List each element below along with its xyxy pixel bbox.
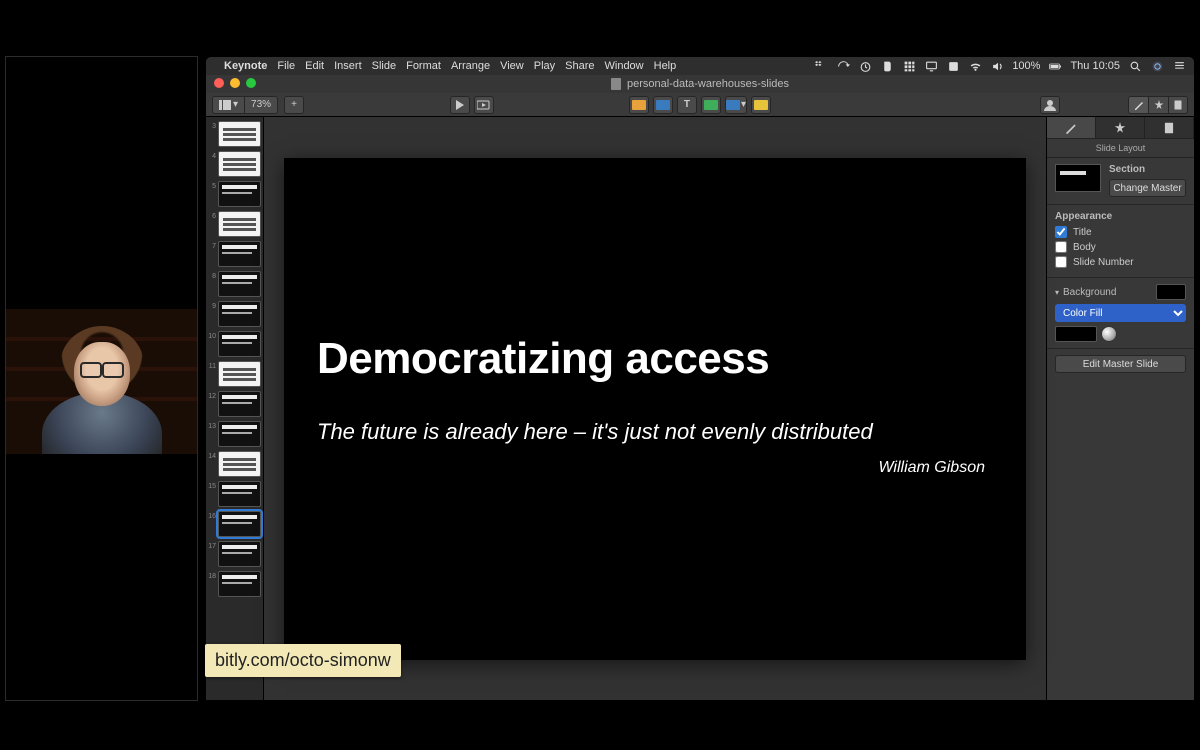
zoom-level-button[interactable]: 73%	[244, 96, 278, 114]
master-section-label: Section	[1109, 164, 1186, 175]
evernote-icon[interactable]	[880, 59, 894, 73]
battery-percent: 100%	[1012, 60, 1040, 72]
slide-quote[interactable]: The future is already here – it's just n…	[317, 419, 993, 445]
volume-icon[interactable]	[990, 59, 1004, 73]
spotlight-icon[interactable]	[1128, 59, 1142, 73]
slide-thumb[interactable]: 3	[208, 121, 261, 147]
play-button[interactable]	[450, 96, 470, 114]
slide-thumb[interactable]: 12	[208, 391, 261, 417]
app-tray-icon[interactable]	[946, 59, 960, 73]
window-zoom-button[interactable]	[246, 78, 256, 88]
menu-file[interactable]: File	[277, 60, 295, 72]
slide-thumb[interactable]: 16	[208, 511, 261, 537]
inspector-panel: Slide Layout Section Change Master Appea…	[1046, 117, 1194, 700]
view-mode-button[interactable]: ▾	[212, 96, 244, 114]
format-inspector-tab[interactable]	[1128, 96, 1148, 114]
animate-inspector-tab[interactable]	[1148, 96, 1168, 114]
slide-thumb[interactable]: 6	[208, 211, 261, 237]
slide-thumb[interactable]: 13	[208, 421, 261, 447]
mac-menubar: Keynote File Edit Insert Slide Format Ar…	[206, 57, 1194, 75]
inspector-tab-animate[interactable]	[1096, 117, 1145, 138]
window-title: personal-data-warehouses-slides	[627, 78, 789, 90]
menu-arrange[interactable]: Arrange	[451, 60, 490, 72]
appearance-slidenum-checkbox[interactable]: Slide Number	[1055, 256, 1186, 268]
appearance-title-checkbox[interactable]: Title	[1055, 226, 1186, 238]
keynote-window: Keynote File Edit Insert Slide Format Ar…	[205, 56, 1195, 701]
collaborate-button[interactable]	[1040, 96, 1060, 114]
slide-thumb[interactable]: 15	[208, 481, 261, 507]
master-thumbnail	[1055, 164, 1101, 192]
add-slide-button[interactable]: +	[284, 96, 304, 114]
slide-thumb[interactable]: 5	[208, 181, 261, 207]
edit-master-button[interactable]: Edit Master Slide	[1055, 355, 1186, 373]
insert-shape-button[interactable]	[701, 96, 721, 114]
document-icon	[611, 78, 621, 90]
rehearse-button[interactable]	[474, 96, 494, 114]
menubar-tray: 100% Thu 10:05	[814, 59, 1186, 73]
window-close-button[interactable]	[214, 78, 224, 88]
color-well-button[interactable]	[1101, 326, 1117, 342]
siri-icon[interactable]	[1150, 59, 1164, 73]
background-disclosure[interactable]: Background	[1055, 284, 1186, 300]
display-icon[interactable]	[924, 59, 938, 73]
slide-thumb[interactable]: 14	[208, 451, 261, 477]
insert-media-button[interactable]: ▾	[725, 96, 747, 114]
wifi-icon[interactable]	[968, 59, 982, 73]
slide-canvas[interactable]: Democratizing access The future is alrea…	[264, 117, 1046, 700]
inspector-tab-document[interactable]	[1145, 117, 1194, 138]
presenter-video	[5, 56, 198, 701]
timer-icon[interactable]	[858, 59, 872, 73]
appearance-body-checkbox[interactable]: Body	[1055, 241, 1186, 253]
checkbox-body[interactable]	[1055, 241, 1067, 253]
menu-view[interactable]: View	[500, 60, 524, 72]
checkbox-slidenum[interactable]	[1055, 256, 1067, 268]
slide-thumb[interactable]: 7	[208, 241, 261, 267]
menu-slide[interactable]: Slide	[372, 60, 396, 72]
slide-thumb[interactable]: 10	[208, 331, 261, 357]
menu-edit[interactable]: Edit	[305, 60, 324, 72]
slide-thumb[interactable]: 17	[208, 541, 261, 567]
menu-format[interactable]: Format	[406, 60, 441, 72]
inspector-subhead: Slide Layout	[1047, 139, 1194, 158]
battery-icon[interactable]	[1048, 59, 1062, 73]
insert-comment-button[interactable]	[751, 96, 771, 114]
appearance-label: Appearance	[1055, 211, 1186, 222]
menu-share[interactable]: Share	[565, 60, 594, 72]
current-slide[interactable]: Democratizing access The future is alrea…	[285, 159, 1025, 659]
menubar-clock[interactable]: Thu 10:05	[1070, 60, 1120, 72]
slide-thumb[interactable]: 4	[208, 151, 261, 177]
background-preview-swatch	[1156, 284, 1186, 300]
slide-thumb[interactable]: 9	[208, 301, 261, 327]
menu-play[interactable]: Play	[534, 60, 555, 72]
window-minimize-button[interactable]	[230, 78, 240, 88]
slide-thumb[interactable]: 18	[208, 571, 261, 597]
background-fill-select[interactable]: Color Fill	[1055, 304, 1186, 322]
slide-navigator[interactable]: 3 4 5 6 7 8 9 10 11 12 13 14 15 16 17 18	[206, 117, 264, 700]
slide-thumb[interactable]: 11	[208, 361, 261, 387]
notification-center-icon[interactable]	[1172, 59, 1186, 73]
menu-window[interactable]: Window	[605, 60, 644, 72]
background-color-swatch[interactable]	[1055, 326, 1097, 342]
overlay-url-chip: bitly.com/octo-simonw	[205, 644, 401, 677]
slide-thumb[interactable]: 8	[208, 271, 261, 297]
menu-insert[interactable]: Insert	[334, 60, 362, 72]
change-master-button[interactable]: Change Master	[1109, 179, 1186, 197]
menu-help[interactable]: Help	[654, 60, 677, 72]
insert-text-button[interactable]: T	[677, 96, 697, 114]
inspector-tab-format[interactable]	[1047, 117, 1096, 138]
insert-chart-button[interactable]	[653, 96, 673, 114]
insert-table-button[interactable]	[629, 96, 649, 114]
window-titlebar: personal-data-warehouses-slides	[206, 75, 1194, 93]
slide-title[interactable]: Democratizing access	[317, 334, 769, 384]
grid-icon[interactable]	[902, 59, 916, 73]
slide-author[interactable]: William Gibson	[878, 459, 985, 477]
document-inspector-tab[interactable]	[1168, 96, 1188, 114]
dropbox-icon[interactable]	[814, 59, 828, 73]
checkbox-title[interactable]	[1055, 226, 1067, 238]
app-menu[interactable]: Keynote	[224, 60, 267, 72]
toolbar: ▾ 73% + T ▾	[206, 93, 1194, 117]
sync-icon[interactable]	[836, 59, 850, 73]
